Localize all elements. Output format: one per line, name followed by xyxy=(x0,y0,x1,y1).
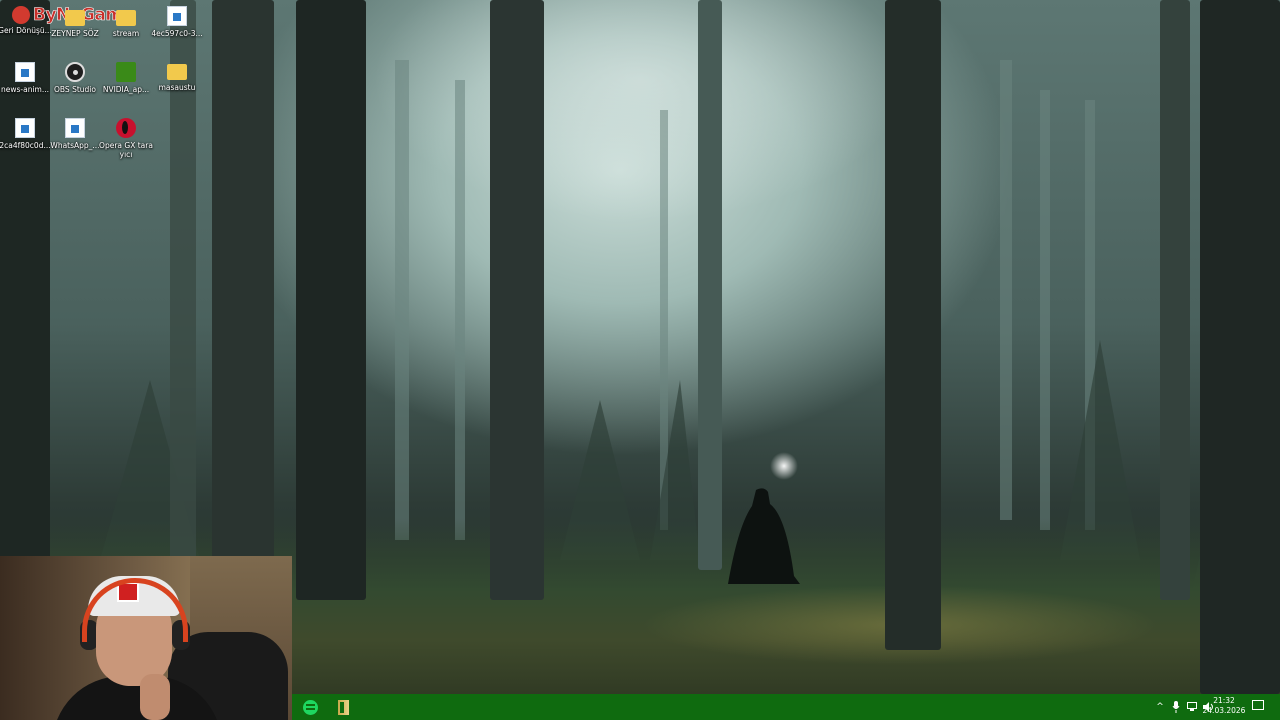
taskbar: ^ xyxy=(292,694,1280,720)
desktop-icon-label: NVIDIA_ap... xyxy=(102,85,150,94)
nvidia-icon xyxy=(116,62,136,82)
opera-gx-icon xyxy=(116,118,136,138)
tree-trunk xyxy=(296,0,366,600)
desktop-icon-label: masaustu xyxy=(158,83,196,92)
spotify-icon xyxy=(302,699,318,715)
tray-microphone[interactable] xyxy=(1170,694,1182,720)
taskbar-app-spotify[interactable] xyxy=(294,694,326,720)
tree-trunk xyxy=(698,0,722,570)
image-file-icon xyxy=(65,118,85,138)
desktop-icon-masaustu[interactable]: masaustu xyxy=(150,62,204,92)
tree-trunk xyxy=(1160,0,1190,600)
tree-trunk xyxy=(1200,0,1280,694)
folder-icon xyxy=(65,10,85,26)
desktop-icon-2ca4f80c0d[interactable]: 2ca4f80c0d... xyxy=(0,118,52,150)
desktop-icon-zeynep-soz[interactable]: ZEYNEP SÖZ xyxy=(48,8,102,38)
clock-date: 24.03.2026 xyxy=(1202,706,1246,715)
desktop-icon-stream[interactable]: stream xyxy=(99,8,153,38)
desktop-icon-label: 2ca4f80c0d... xyxy=(0,141,51,150)
notification-center-icon[interactable] xyxy=(1252,700,1264,710)
desktop-icon-label: news-anim... xyxy=(0,85,49,94)
image-file-icon xyxy=(15,118,35,138)
desktop-icon-recycle-bin[interactable]: Geri Dönüşü... xyxy=(0,26,52,35)
chevron-up-icon: ^ xyxy=(1156,702,1164,712)
webcam-person-hand xyxy=(140,674,170,720)
desktop-icon-news-anim[interactable]: news-anim... xyxy=(0,62,52,94)
folder-icon xyxy=(167,64,187,80)
bynogame-logo-icon xyxy=(12,6,30,24)
clock-time: 21:32 xyxy=(1213,696,1235,705)
tree-trunk xyxy=(212,0,274,560)
desktop-icon-label: Geri Dönüşü... xyxy=(0,26,52,35)
desktop-icon-label: ZEYNEP SÖZ xyxy=(51,29,99,38)
desktop-icon-label: 4ec597c0-3... xyxy=(151,29,203,38)
desktop-icon-nvidia-app[interactable]: NVIDIA_ap... xyxy=(99,62,153,94)
desktop-icon-label: Opera GX tarayıcı xyxy=(99,141,153,159)
tree-trunk xyxy=(490,0,544,600)
tray-overflow-button[interactable]: ^ xyxy=(1154,694,1166,720)
desktop-icon-4ec597c0[interactable]: 4ec597c0-3... xyxy=(150,6,204,38)
image-file-icon xyxy=(15,62,35,82)
desktop-icon-opera-gx[interactable]: Opera GX tarayıcı xyxy=(99,118,153,159)
desktop-icon-label: OBS Studio xyxy=(54,85,96,94)
network-icon xyxy=(1187,702,1197,711)
obs-icon xyxy=(65,62,85,82)
cloaked-figure xyxy=(728,488,800,584)
desktop-icon-label: stream xyxy=(112,29,140,38)
tray-network[interactable] xyxy=(1186,694,1200,720)
taskbar-app-league-of-legends[interactable] xyxy=(327,694,359,720)
taskbar-clock[interactable]: 21:32 24.03.2026 xyxy=(1200,696,1248,716)
desktop-icon-obs-studio[interactable]: OBS Studio xyxy=(48,62,102,94)
desktop-icon-whatsapp[interactable]: WhatsApp_... xyxy=(48,118,102,150)
folder-icon xyxy=(116,10,136,26)
tree-trunk xyxy=(885,0,941,650)
image-file-icon xyxy=(167,6,187,26)
light-wisp xyxy=(770,452,798,480)
desktop-icon-label: WhatsApp_... xyxy=(50,141,100,150)
league-of-legends-icon xyxy=(337,699,349,715)
microphone-icon xyxy=(1172,701,1180,713)
webcam-overlay xyxy=(0,556,292,720)
